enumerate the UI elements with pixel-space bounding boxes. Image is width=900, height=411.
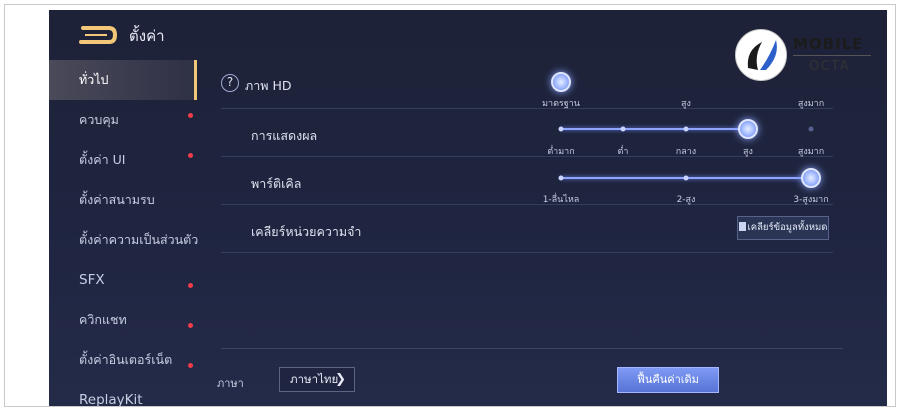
slider-tick [683, 175, 689, 181]
sidebar-item-general[interactable]: ทั่วไป [49, 60, 197, 100]
sidebar-item-battlefield[interactable]: ตั้งค่าสนามรบ [49, 180, 197, 220]
sidebar-item-label: ควบคุม [79, 112, 119, 127]
watermark-line1: MOBILE [793, 35, 864, 53]
sidebar-item-quick-chat[interactable]: ควิกแชท [49, 300, 197, 340]
sidebar-item-replaykit[interactable]: ReplayKit [49, 380, 197, 407]
watermark-rule [793, 55, 871, 56]
display-slider[interactable]: ต่ำมาก ต่ำ กลาง สูง สูงมาก [547, 108, 824, 157]
footer-divider [221, 348, 843, 349]
sidebar-item-label: ReplayKit [79, 392, 143, 407]
sidebar-item-label: ตั้งค่า UI [79, 152, 126, 167]
hd-selector-knob[interactable] [551, 72, 571, 92]
sidebar-item-sfx[interactable]: SFX [49, 260, 197, 300]
sidebar-item-label: SFX [79, 272, 105, 288]
setting-label-hd: ภาพ HD [245, 78, 292, 93]
clear-data-label: เคลียร์ข้อมูลทั้งหมด [747, 222, 828, 233]
sidebar-item-label: ทั่วไป [79, 72, 109, 87]
watermark-logo: MOBILE OCTA [735, 29, 875, 83]
setting-row-display: การแสดงผล ต่ำมาก ต่ำ กลาง สูง สูงมาก [221, 108, 833, 157]
sidebar-item-privacy[interactable]: ตั้งค่าความเป็นส่วนตัว [49, 220, 199, 260]
slider-tick [683, 126, 689, 132]
display-slider-track [561, 128, 748, 130]
logo-mark-icon [747, 40, 777, 70]
trash-icon [738, 222, 746, 231]
slider-tick [808, 126, 814, 132]
notification-dot [188, 283, 193, 288]
clear-data-button[interactable]: เคลียร์ข้อมูลทั้งหมด [737, 216, 829, 240]
settings-sidebar: ทั่วไป ควบคุม ตั้งค่า UI ตั้งค่าสนามรบ ต… [49, 60, 199, 407]
slider-tick [558, 126, 564, 132]
logo-circle [735, 29, 787, 81]
language-label: ภาษา [217, 377, 244, 390]
slider-tick [558, 175, 564, 181]
sidebar-item-label: ควิกแชท [79, 312, 127, 327]
reset-defaults-button[interactable]: ฟื้นคืนค่าเดิม [617, 367, 719, 393]
page-title: ตั้งค่า [129, 27, 165, 45]
language-button[interactable]: ภาษาไทย ❯ [279, 367, 355, 392]
language-value: ภาษาไทย [290, 372, 339, 386]
screenshot-frame: ตั้งค่า ทั่วไป ควบคุม ตั้งค่า UI ตั้งค่า… [4, 4, 896, 407]
notification-dot [188, 153, 193, 158]
particle-slider-knob[interactable] [801, 168, 821, 188]
sidebar-item-ui-settings[interactable]: ตั้งค่า UI [49, 140, 197, 180]
setting-label-particle: พาร์ติเคิล [251, 176, 302, 191]
help-icon[interactable]: ? [221, 74, 239, 92]
display-slider-knob[interactable] [738, 119, 758, 139]
setting-row-particle: พาร์ติเคิล 1-ลื่นไหล 2-สูง 3-สูงมาก [221, 156, 833, 205]
sidebar-item-controls[interactable]: ควบคุม [49, 100, 197, 140]
back-arrow-icon[interactable] [77, 24, 117, 46]
notification-dot [188, 113, 193, 118]
sidebar-item-label: ตั้งค่าสนามรบ [79, 192, 155, 207]
sidebar-item-label: ตั้งค่าความเป็นส่วนตัว [79, 232, 199, 247]
watermark-line2: OCTA [809, 59, 851, 74]
notification-dot [188, 363, 193, 368]
particle-slider[interactable]: 1-ลื่นไหล 2-สูง 3-สูงมาก [543, 156, 829, 205]
setting-label-memory: เคลียร์หน่วยความจำ [251, 224, 362, 239]
sidebar-item-internet[interactable]: ตั้งค่าอินเตอร์เน็ต [49, 340, 197, 380]
setting-row-memory: เคลียร์หน่วยความจำ เคลียร์ข้อมูลทั้งหมด [221, 204, 833, 253]
setting-label-display: การแสดงผล [251, 128, 318, 143]
chevron-right-icon: ❯ [335, 372, 346, 387]
sidebar-item-label: ตั้งค่าอินเตอร์เน็ต [79, 352, 173, 367]
slider-tick [620, 126, 626, 132]
notification-dot [188, 323, 193, 328]
